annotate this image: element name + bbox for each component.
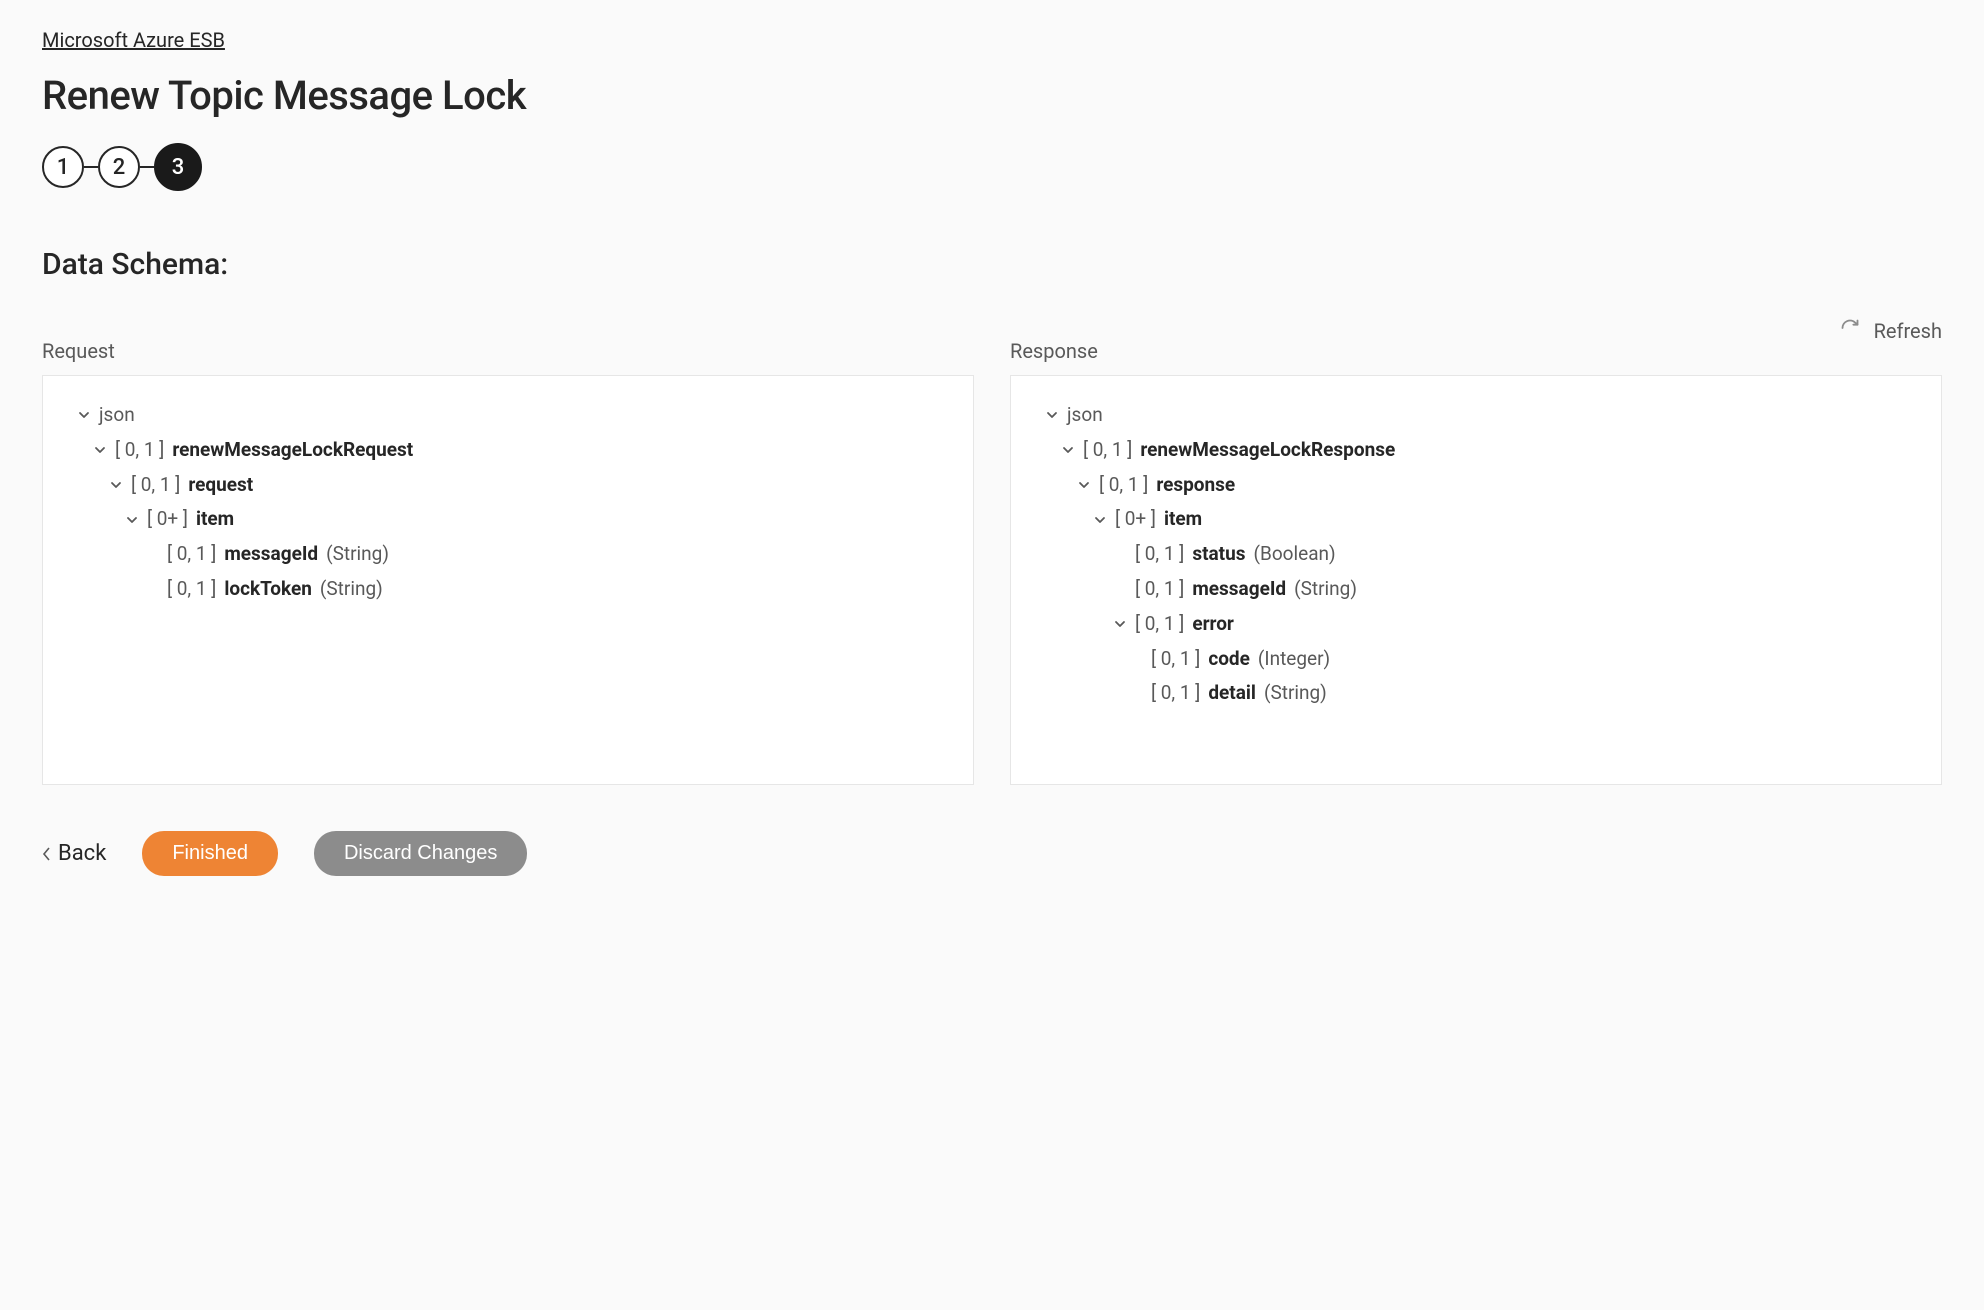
tree-node[interactable]: [ 0, 1 ] lockToken (String) — [69, 572, 947, 607]
page-title: Renew Topic Message Lock — [42, 72, 1942, 119]
chevron-down-icon[interactable] — [1061, 444, 1075, 456]
cardinality: [ 0, 1 ] — [1151, 682, 1200, 705]
node-name: response — [1156, 474, 1235, 497]
tree-node[interactable]: [ 0, 1 ] response — [1037, 468, 1915, 503]
finished-button[interactable]: Finished — [142, 831, 278, 876]
response-panel: json[ 0, 1 ] renewMessageLockResponse[ 0… — [1010, 375, 1942, 785]
node-name: lockToken — [224, 578, 312, 601]
step-connector — [84, 166, 98, 168]
node-name: renewMessageLockResponse — [1140, 439, 1395, 462]
tree-node-label: json — [1067, 404, 1103, 427]
chevron-down-icon[interactable] — [1045, 409, 1059, 421]
tree-root[interactable]: json — [1037, 398, 1915, 433]
tree-node[interactable]: [ 0+ ] item — [69, 502, 947, 537]
node-type: (String) — [320, 578, 383, 601]
cardinality: [ 0, 1 ] — [115, 439, 164, 462]
tree-node[interactable]: [ 0, 1 ] request — [69, 468, 947, 503]
request-label: Request — [42, 339, 974, 363]
tree-node[interactable]: [ 0, 1 ] error — [1037, 607, 1915, 642]
cardinality: [ 0, 1 ] — [1151, 648, 1200, 671]
cardinality: [ 0, 1 ] — [131, 474, 180, 497]
cardinality: [ 0, 1 ] — [1135, 578, 1184, 601]
response-label: Response — [1010, 339, 1942, 363]
tree-node[interactable]: [ 0, 1 ] messageId (String) — [69, 537, 947, 572]
chevron-down-icon[interactable] — [1093, 514, 1107, 526]
section-heading: Data Schema: — [42, 247, 1942, 282]
node-type: (Integer) — [1258, 648, 1330, 671]
discard-button[interactable]: Discard Changes — [314, 831, 527, 876]
cardinality: [ 0, 1 ] — [167, 578, 216, 601]
response-column: Response json [ 0, 1 ] renewMessageLockRe… — [1010, 339, 1942, 785]
cardinality: [ 0+ ] — [147, 508, 188, 531]
chevron-down-icon[interactable] — [1113, 618, 1127, 630]
step-3[interactable]: 3 — [154, 143, 202, 191]
chevron-down-icon[interactable] — [109, 479, 123, 491]
tree-node[interactable]: [ 0, 1 ] renewMessageLockResponse — [1037, 433, 1915, 468]
tree-node-label: json — [99, 404, 135, 427]
node-name: error — [1192, 613, 1234, 636]
cardinality: [ 0, 1 ] — [167, 543, 216, 566]
cardinality: [ 0, 1 ] — [1099, 474, 1148, 497]
request-panel: json[ 0, 1 ] renewMessageLockRequest[ 0,… — [42, 375, 974, 785]
stepper: 1 2 3 — [42, 143, 1942, 191]
request-column: Request json [ 0, 1 ] renewMessageLockReq… — [42, 339, 974, 785]
node-type: (Boolean) — [1254, 543, 1336, 566]
node-name: code — [1208, 648, 1250, 671]
tree-node[interactable]: [ 0+ ] item — [1037, 502, 1915, 537]
node-name: request — [188, 474, 253, 497]
cardinality: [ 0+ ] — [1115, 508, 1156, 531]
node-name: status — [1192, 543, 1245, 566]
cardinality: [ 0, 1 ] — [1135, 543, 1184, 566]
step-2[interactable]: 2 — [98, 146, 140, 188]
tree-node[interactable]: [ 0, 1 ] messageId (String) — [1037, 572, 1915, 607]
cardinality: [ 0, 1 ] — [1083, 439, 1132, 462]
node-name: messageId — [224, 543, 318, 566]
chevron-down-icon[interactable] — [77, 409, 91, 421]
tree-node[interactable]: [ 0, 1 ] renewMessageLockRequest — [69, 433, 947, 468]
node-name: messageId — [1192, 578, 1286, 601]
node-type: (String) — [326, 543, 389, 566]
footer-actions: Back Finished Discard Changes — [42, 831, 1942, 876]
tree-node[interactable]: [ 0, 1 ] detail (String) — [1037, 676, 1915, 711]
node-type: (String) — [1264, 682, 1327, 705]
breadcrumb-link[interactable]: Microsoft Azure ESB — [42, 28, 225, 52]
chevron-down-icon[interactable] — [93, 444, 107, 456]
tree-node[interactable]: [ 0, 1 ] status (Boolean) — [1037, 537, 1915, 572]
chevron-down-icon[interactable] — [1077, 479, 1091, 491]
node-name: detail — [1208, 682, 1256, 705]
node-name: renewMessageLockRequest — [172, 439, 413, 462]
node-name: item — [196, 508, 234, 531]
tree-node[interactable]: [ 0, 1 ] code (Integer) — [1037, 642, 1915, 677]
cardinality: [ 0, 1 ] — [1135, 613, 1184, 636]
tree-root[interactable]: json — [69, 398, 947, 433]
back-button[interactable]: Back — [42, 841, 106, 866]
step-1[interactable]: 1 — [42, 146, 84, 188]
step-connector — [140, 166, 154, 168]
chevron-down-icon[interactable] — [125, 514, 139, 526]
node-name: item — [1164, 508, 1202, 531]
node-type: (String) — [1294, 578, 1357, 601]
back-label: Back — [58, 841, 106, 866]
